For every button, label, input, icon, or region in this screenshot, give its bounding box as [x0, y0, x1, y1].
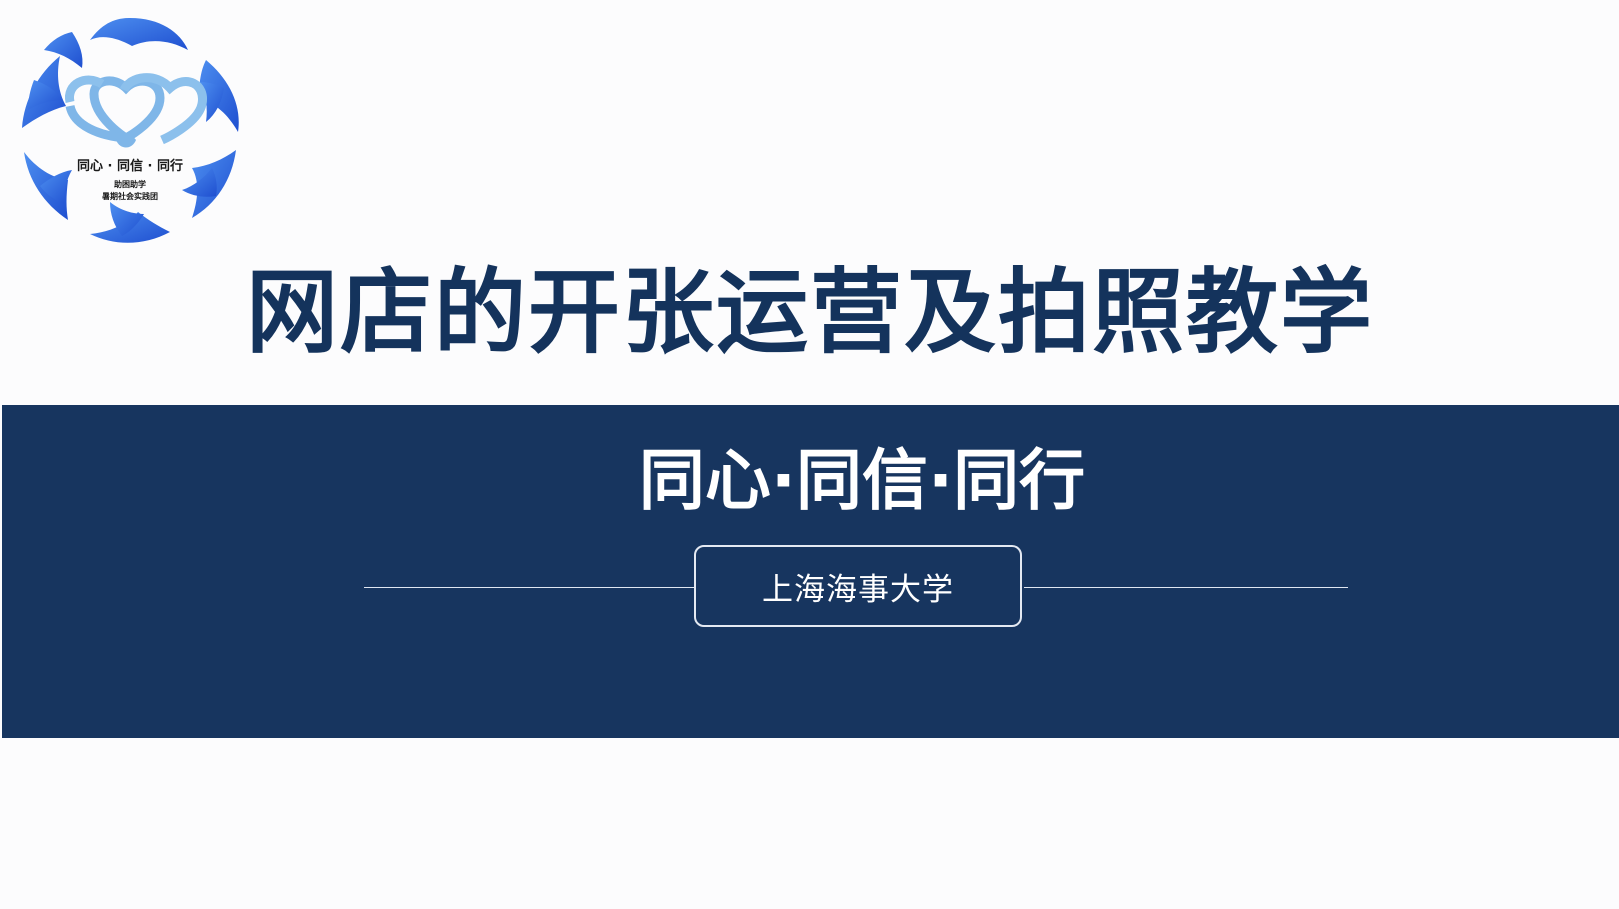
logo-text-line2: 助困助学: [114, 179, 146, 189]
organization-name: 上海海事大学: [762, 571, 954, 608]
divider-right: [1024, 587, 1348, 588]
divider-left: [364, 587, 696, 588]
organization-box: 上海海事大学: [694, 545, 1022, 627]
logo-text-line3: 暑期社会实践团: [101, 191, 158, 201]
slide-title: 网店的开张运营及拍照教学: [245, 259, 1374, 366]
logo: 同心 · 同信 · 同行 助困助学 暑期社会实践团: [10, 10, 250, 250]
logo-text-line1: 同心 · 同信 · 同行: [77, 158, 183, 174]
heart-logo-icon: 同心 · 同信 · 同行 助困助学 暑期社会实践团: [22, 18, 239, 243]
banner: 同心·同信·同行 上海海事大学: [2, 405, 1619, 738]
slogan: 同心·同信·同行: [638, 442, 1086, 519]
slide: 同心 · 同信 · 同行 助困助学 暑期社会实践团 网店的开张运营及拍照教学 同…: [0, 0, 1619, 909]
